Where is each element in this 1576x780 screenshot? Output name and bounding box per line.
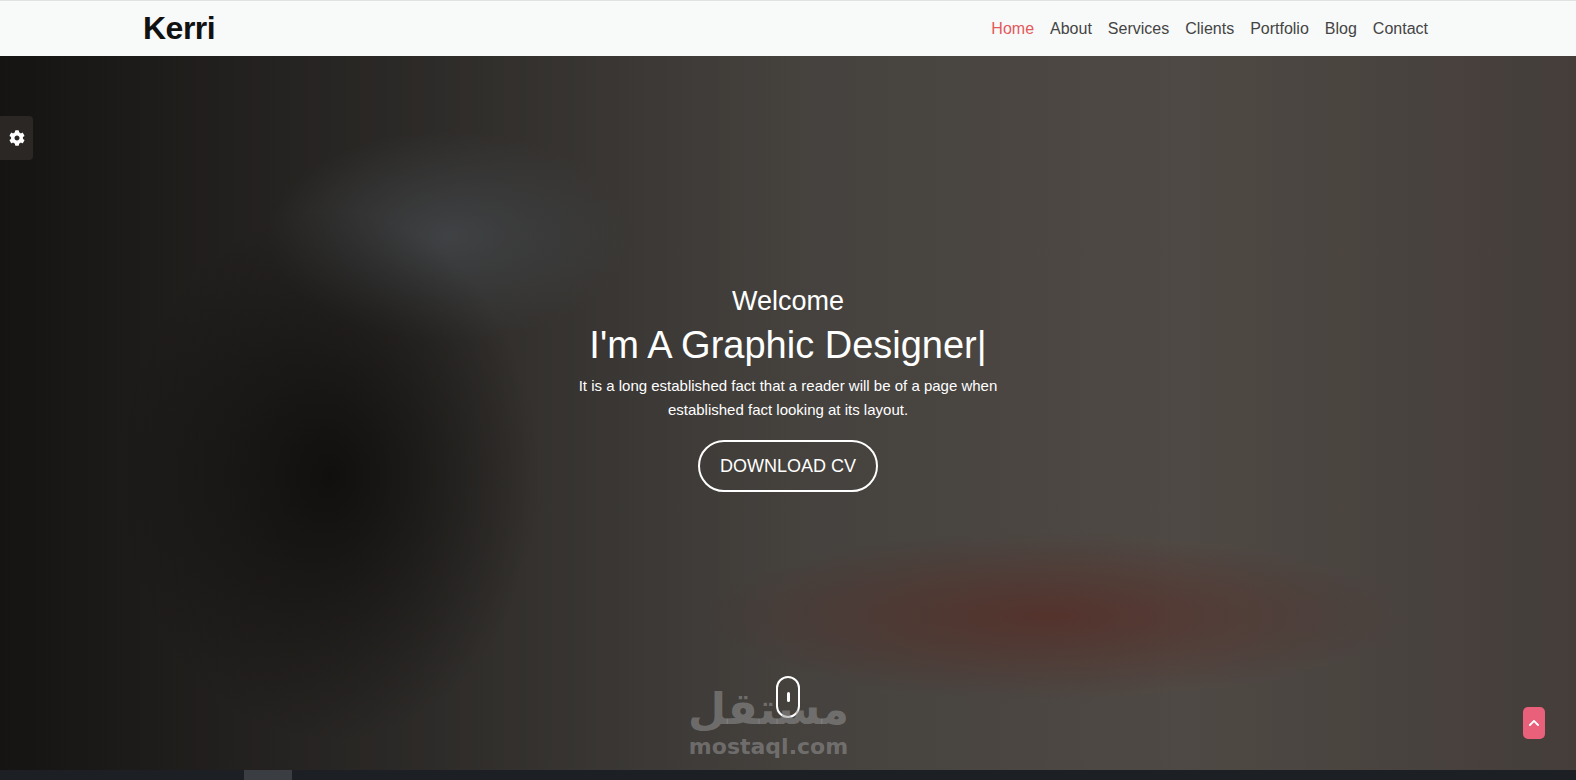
nav-link[interactable]: Home xyxy=(991,20,1034,38)
hero-text: It is a long established fact that a rea… xyxy=(548,374,1028,422)
back-to-top-button[interactable] xyxy=(1523,707,1545,739)
nav-link[interactable]: Portfolio xyxy=(1250,20,1309,38)
nav-link[interactable]: Clients xyxy=(1185,20,1234,38)
hero-greeting: Welcome xyxy=(732,284,844,318)
logo[interactable]: Kerri xyxy=(143,10,215,47)
download-cv-button[interactable]: DOWNLOAD CV xyxy=(698,440,878,492)
gear-icon xyxy=(9,130,25,146)
nav-link[interactable]: About xyxy=(1050,20,1092,38)
nav-link[interactable]: Services xyxy=(1108,20,1169,38)
chevron-up-icon xyxy=(1528,717,1540,729)
scroll-mouse-icon[interactable] xyxy=(776,676,800,718)
watermark: مستقلmostaql.com xyxy=(688,684,849,760)
nav-link[interactable]: Contact xyxy=(1373,20,1428,38)
page: Kerri Home About Services Clients Portfolio Bl… xyxy=(0,0,1576,780)
settings-toggle[interactable] xyxy=(0,116,33,160)
navbar: Kerri Home About Services Clients Portfolio Bl… xyxy=(0,0,1576,56)
nav-menu: Home About Services Clients Portfolio Blog Con… xyxy=(991,20,1428,38)
hero: Welcome I'm A Graphic Designer| It is a lo… xyxy=(0,56,1576,770)
bottom-strip xyxy=(0,770,1576,780)
nav-link[interactable]: Blog xyxy=(1325,20,1357,38)
hero-title: I'm A Graphic Designer| xyxy=(589,322,986,368)
